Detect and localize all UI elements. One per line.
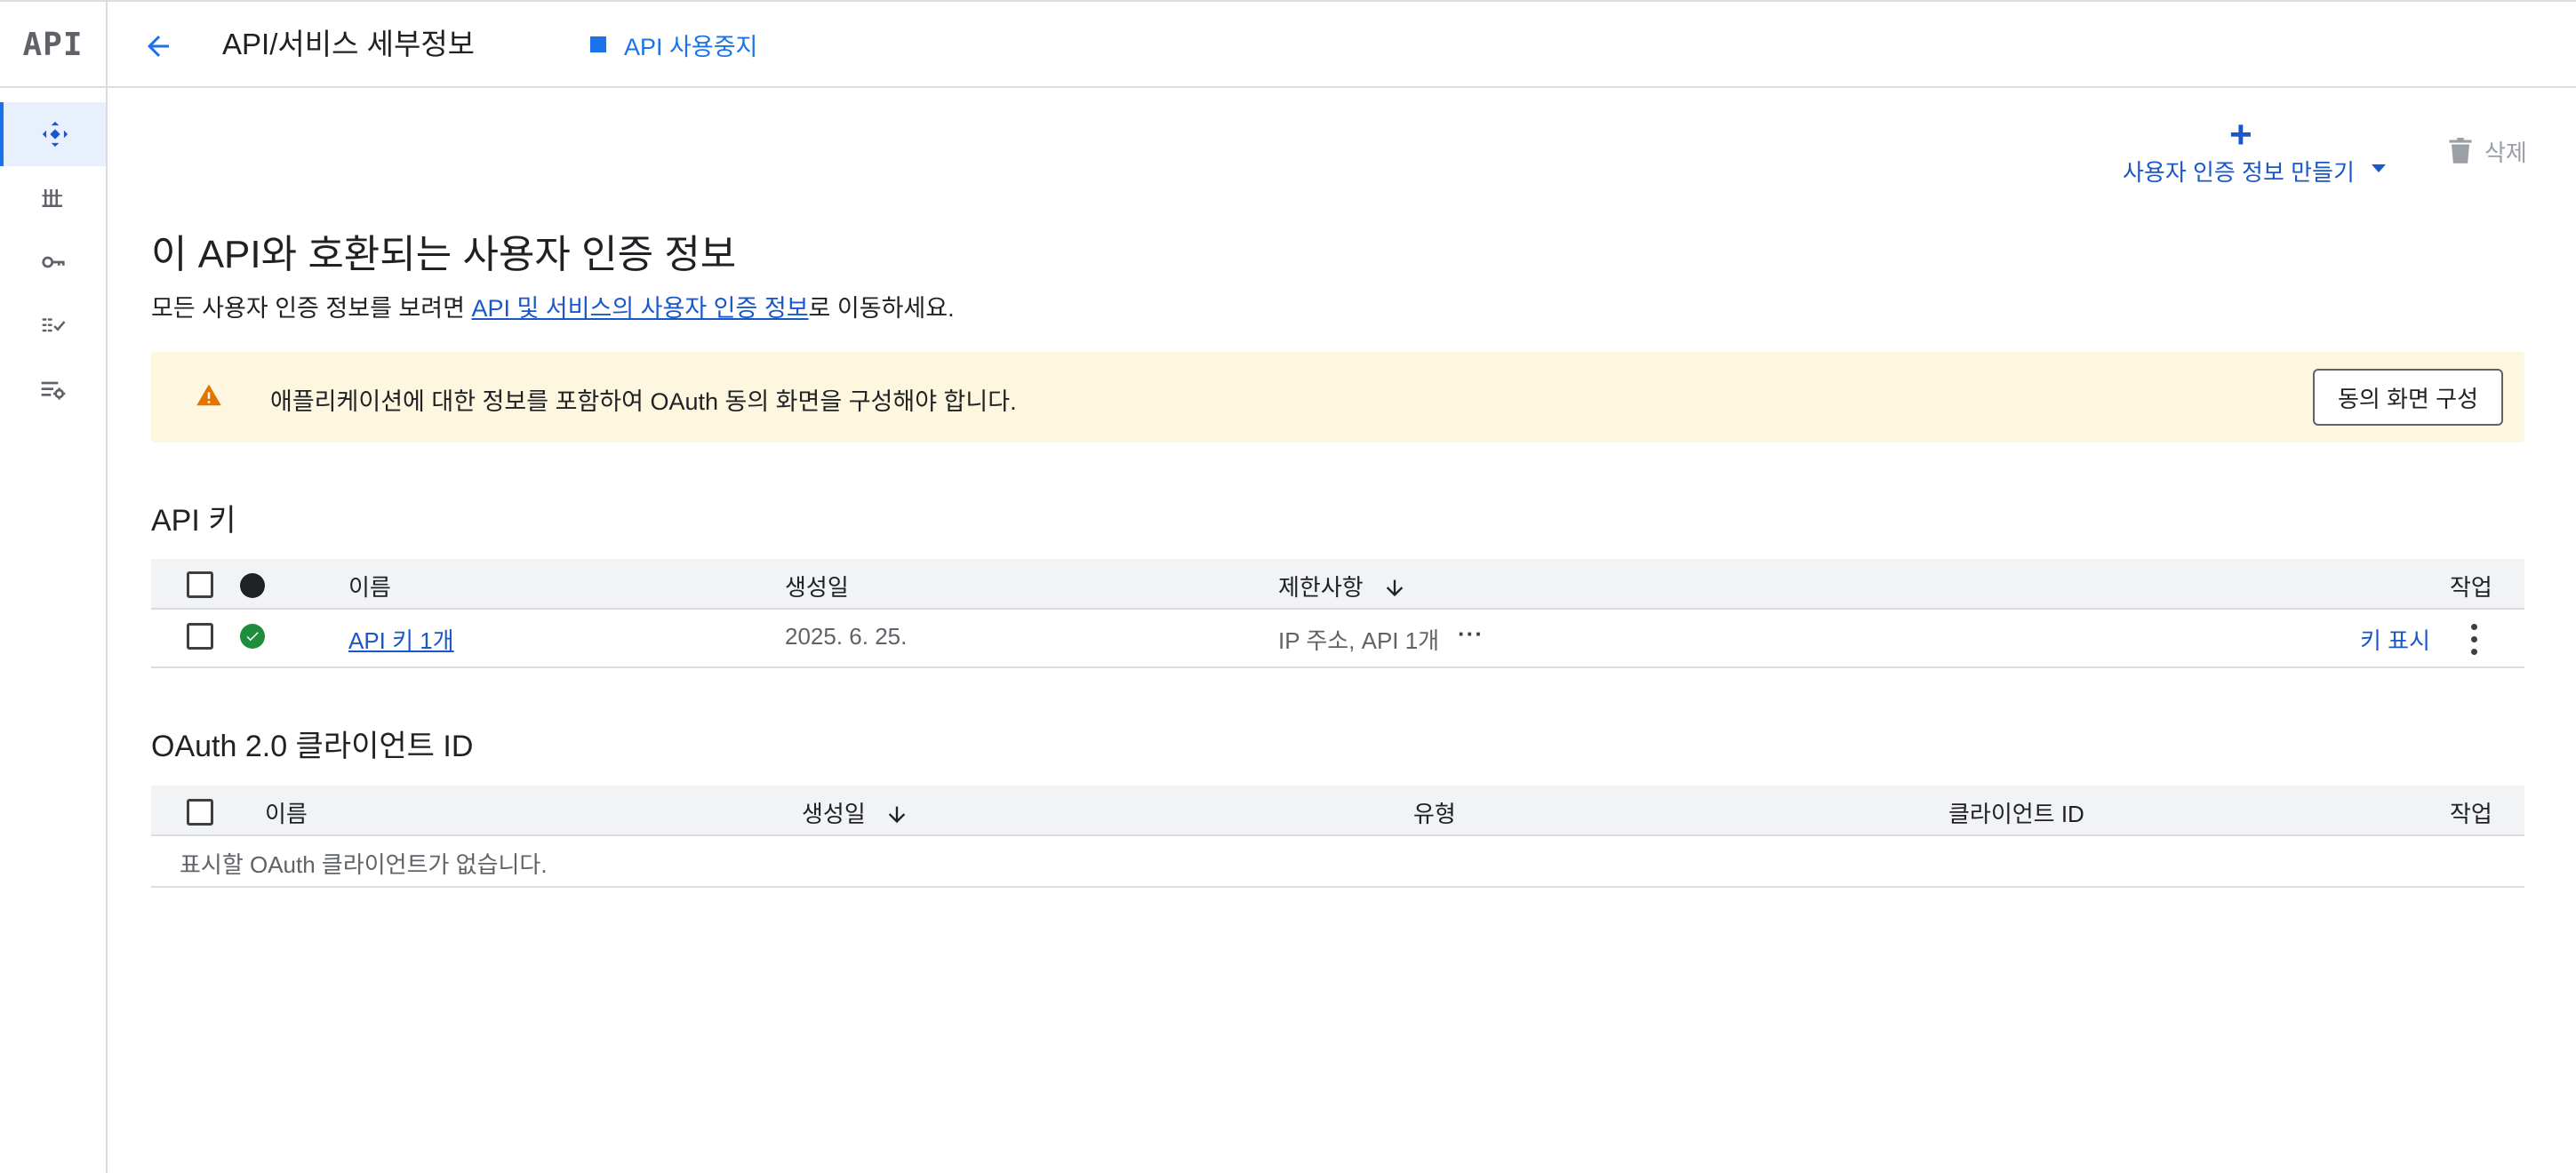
key-icon — [41, 256, 65, 268]
oauth-column-created-label: 생성일 — [802, 801, 866, 827]
create-credentials-label: 사용자 인증 정보 만들기 — [2123, 159, 2355, 186]
sidebar — [0, 88, 108, 1173]
caret-down-icon — [2372, 164, 2386, 172]
api-key-created: 2025. 6. 25. — [785, 623, 908, 650]
disable-api-button[interactable]: API 사용중지 — [590, 25, 757, 64]
sidebar-item-library[interactable] — [0, 166, 106, 230]
app-root: API API/서비스 세부정보 API 사용중지 + 사용자 인증 정보 만들… — [0, 0, 2576, 1173]
create-credentials-button[interactable]: + 사용자 인증 정보 만들기 — [2116, 116, 2391, 187]
arrow-down-icon — [888, 806, 906, 824]
oauth-select-all-checkbox[interactable] — [187, 799, 213, 826]
oauth-empty-row: 표시할 OAuth 클라이언트가 없습니다. — [151, 836, 2524, 888]
stop-icon — [590, 36, 606, 52]
subtitle-prefix: 모든 사용자 인증 정보를 보려면 — [151, 295, 472, 322]
row-checkbox[interactable] — [187, 623, 213, 650]
disable-api-label: API 사용중지 — [624, 33, 758, 60]
plus-icon: + — [2229, 113, 2252, 156]
status-column-icon — [240, 573, 265, 598]
page-title: API/서비스 세부정보 — [222, 28, 476, 60]
show-key-button[interactable]: 키 표시 — [2360, 623, 2430, 656]
sidebar-item-credentials[interactable] — [0, 230, 106, 294]
select-all-checkbox[interactable] — [187, 571, 213, 598]
warning-icon — [196, 384, 221, 406]
oauth-column-actions: 작업 — [2450, 801, 2492, 827]
library-icon — [42, 189, 62, 207]
sidebar-item-consent[interactable] — [0, 294, 106, 358]
oauth-column-created[interactable]: 생성일 — [802, 796, 909, 829]
back-button[interactable] — [135, 23, 181, 69]
column-restrictions[interactable]: 제한사항 — [1278, 570, 1407, 602]
api-keys-heading: API 키 — [151, 504, 236, 538]
more-restrictions-icon[interactable]: ··· — [1458, 620, 1484, 648]
credentials-subtitle: 모든 사용자 인증 정보를 보려면 API 및 서비스의 사용자 인증 정보로 … — [151, 289, 955, 323]
oauth-empty-message: 표시할 OAuth 클라이언트가 없습니다. — [180, 851, 548, 878]
column-created[interactable]: 생성일 — [785, 570, 849, 602]
api-logo: API — [0, 2, 108, 88]
more-vert-icon[interactable] — [2460, 622, 2487, 658]
sidebar-item-settings[interactable] — [0, 358, 106, 422]
warning-text: 애플리케이션에 대한 정보를 포함하여 OAuth 동의 화면을 구성해야 합니… — [270, 388, 1017, 415]
api-keys-header-row: 이름 생성일 제한사항 작업 — [151, 559, 2524, 610]
credentials-title: 이 API와 호환되는 사용자 인증 정보 — [151, 233, 737, 276]
subtitle-suffix: 로 이동하세요. — [808, 295, 955, 322]
oauth-heading: OAuth 2.0 클라이언트 ID — [151, 730, 474, 763]
arrow-left-icon — [148, 36, 169, 57]
oauth-header-row: 이름 생성일 유형 클라이언트 ID 작업 — [151, 786, 2524, 836]
oauth-table: 이름 생성일 유형 클라이언트 ID 작업 표시할 OAuth 클라이언트가 없… — [151, 786, 2524, 889]
trash-icon — [2449, 138, 2472, 164]
oauth-column-client-id[interactable]: 클라이언트 ID — [1948, 796, 2084, 829]
arrow-down-icon — [1386, 579, 1404, 597]
oauth-warning-banner: 애플리케이션에 대한 정보를 포함하여 OAuth 동의 화면을 구성해야 합니… — [151, 352, 2524, 443]
diamond-arrows-icon — [42, 121, 68, 148]
check-circle-icon — [240, 624, 265, 649]
list-settings-icon — [41, 381, 65, 400]
sidebar-item-dashboard[interactable] — [0, 102, 106, 166]
column-actions: 작업 — [2450, 574, 2492, 601]
api-key-restrictions: IP 주소, API 1개 — [1278, 627, 1440, 654]
table-row: API 키 1개 2025. 6. 25. IP 주소, API 1개 ··· … — [151, 610, 2524, 668]
oauth-column-type[interactable]: 유형 — [1413, 796, 1456, 829]
checklist-icon — [42, 318, 65, 332]
top-bar: API API/서비스 세부정보 API 사용중지 — [0, 0, 2576, 88]
delete-button[interactable]: 삭제 — [2449, 133, 2527, 169]
api-keys-table: 이름 생성일 제한사항 작업 API 키 1개 2025. 6. 25. IP … — [151, 559, 2524, 669]
api-key-name-link[interactable]: API 키 1개 — [348, 623, 454, 656]
column-name[interactable]: 이름 — [348, 570, 391, 602]
logo-text: API — [22, 27, 84, 63]
credentials-page-link[interactable]: API 및 서비스의 사용자 인증 정보 — [471, 295, 808, 322]
oauth-column-name[interactable]: 이름 — [265, 796, 308, 829]
column-restrictions-label: 제한사항 — [1278, 574, 1364, 601]
delete-label: 삭제 — [2484, 139, 2527, 166]
configure-consent-button[interactable]: 동의 화면 구성 — [2313, 369, 2503, 426]
